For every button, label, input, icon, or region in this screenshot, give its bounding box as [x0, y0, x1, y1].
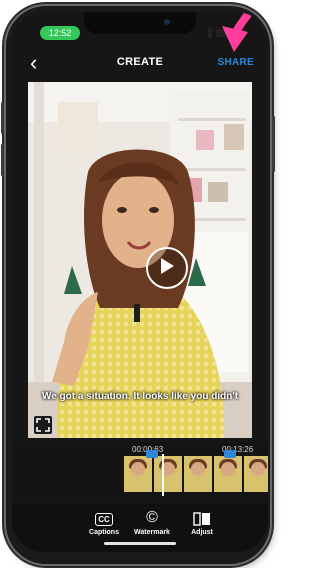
video-player[interactable]: We got a situation. It looks like you di… — [28, 82, 252, 438]
adjust-icon — [174, 510, 230, 526]
side-button — [272, 116, 275, 172]
timeline-frame — [244, 456, 268, 492]
timeline-frame — [124, 456, 152, 492]
watermark-label: Watermark — [134, 529, 170, 536]
timeline-frame — [154, 456, 182, 492]
home-indicator[interactable] — [104, 542, 176, 545]
timeline[interactable]: 00:00:63 00:13:26 — [12, 442, 268, 502]
filmstrip[interactable] — [124, 450, 268, 492]
trim-marker[interactable] — [146, 450, 158, 458]
screen: 12:52 ‹ CREATE SHARE We got a situation.… — [12, 12, 268, 552]
expand-icon[interactable] — [34, 416, 52, 434]
playhead[interactable] — [162, 454, 164, 496]
play-icon — [161, 258, 174, 274]
trim-marker[interactable] — [224, 450, 236, 458]
adjust-label: Adjust — [191, 529, 213, 536]
video-frame — [28, 82, 252, 438]
play-button[interactable] — [146, 247, 188, 289]
notch — [84, 12, 196, 34]
copyright-glyph: © — [146, 509, 158, 526]
volume-button — [1, 102, 4, 134]
video-caption: We got a situation. It looks like you di… — [41, 391, 239, 402]
camera-icon — [164, 19, 170, 25]
adjust-button[interactable]: Adjust — [174, 510, 230, 536]
timeline-frame — [184, 456, 212, 492]
annotation-arrow-icon — [222, 12, 255, 52]
copyright-icon: © — [124, 510, 180, 526]
status-time: 12:52 — [40, 26, 80, 40]
cc-glyph: CC — [95, 513, 113, 526]
volume-button — [1, 144, 4, 176]
watermark-button[interactable]: © Watermark — [124, 510, 180, 537]
timeline-frame — [214, 456, 242, 492]
